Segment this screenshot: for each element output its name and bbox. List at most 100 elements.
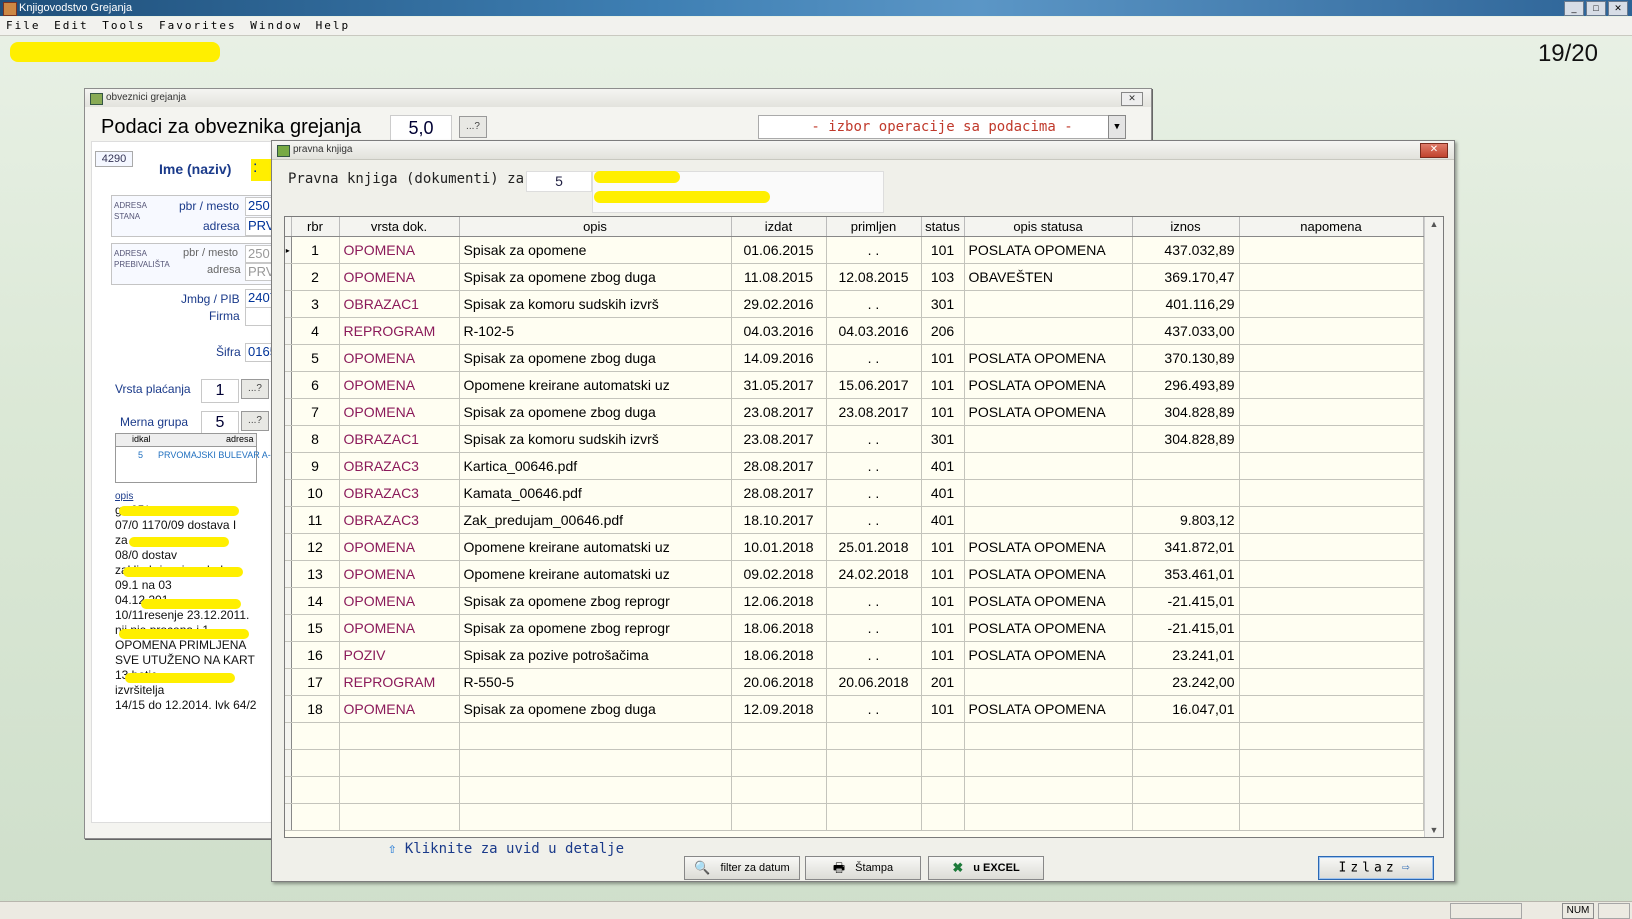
filter-date-button[interactable]: 🔍 filter za datum	[684, 856, 800, 880]
table-row[interactable]: 7 OPOMENA Spisak za opomene zbog duga 23.08…	[285, 398, 1424, 426]
mini-grid-row[interactable]: 5 PRVOMAJSKI BULEVAR A-1	[116, 448, 276, 464]
cell-izdat[interactable]: 04.03.2016	[731, 317, 827, 345]
cell-rbr[interactable]	[291, 749, 340, 777]
cell-opis-statusa[interactable]	[964, 803, 1133, 831]
cell-vrsta-dok[interactable]: OPOMENA	[339, 398, 460, 426]
cell-rbr[interactable]	[291, 776, 340, 804]
cell-izdat[interactable]: 18.10.2017	[731, 506, 827, 534]
cell-opis-statusa[interactable]	[964, 722, 1133, 750]
cell-opis[interactable]: Spisak za opomene zbog reprogr	[459, 587, 732, 615]
documents-table[interactable]: rbr vrsta dok. opis izdat primljen statu…	[284, 216, 1444, 838]
cell-iznos[interactable]: 437.032,89	[1132, 236, 1240, 264]
cell-status[interactable]: 101	[921, 695, 965, 723]
table-row[interactable]: 16 POZIV Spisak za pozive potrošačima 18.06…	[285, 641, 1424, 669]
cell-vrsta-dok[interactable]: OBRAZAC1	[339, 425, 460, 453]
cell-izdat[interactable]	[731, 749, 827, 777]
close-icon[interactable]: ✕	[1420, 143, 1448, 158]
cell-rbr[interactable]: 17	[291, 668, 340, 696]
table-row-empty[interactable]	[285, 749, 1424, 777]
col-napomena[interactable]: napomena	[1239, 217, 1424, 237]
menu-favorites[interactable]: Favorites	[159, 17, 237, 35]
cell-opis-statusa[interactable]: POSLATA OPOMENA	[964, 398, 1133, 426]
cell-rbr[interactable]: 14	[291, 587, 340, 615]
menu-window[interactable]: Window	[250, 17, 302, 35]
cell-rbr[interactable]: 13	[291, 560, 340, 588]
cell-opis-statusa[interactable]: POSLATA OPOMENA	[964, 236, 1133, 264]
cell-opis[interactable]	[459, 776, 732, 804]
cell-izdat[interactable]: 20.06.2018	[731, 668, 827, 696]
table-row[interactable]: 5 OPOMENA Spisak za opomene zbog duga 14.09…	[285, 344, 1424, 372]
cell-primljen[interactable]: . .	[826, 344, 922, 372]
cell-napomena[interactable]	[1239, 371, 1424, 399]
cell-opis[interactable]: Kamata_00646.pdf	[459, 479, 732, 507]
cell-status[interactable]: 401	[921, 506, 965, 534]
cell-izdat[interactable]: 11.08.2015	[731, 263, 827, 291]
cell-opis[interactable]	[459, 722, 732, 750]
scroll-down-icon[interactable]: ▼	[1425, 825, 1443, 835]
excel-export-button[interactable]: ✖ u EXCEL	[928, 856, 1044, 880]
cell-vrsta-dok[interactable]	[339, 722, 460, 750]
opis-label[interactable]: opis	[115, 491, 133, 502]
cell-iznos[interactable]: 16.047,01	[1132, 695, 1240, 723]
cell-rbr[interactable]: 2	[291, 263, 340, 291]
cell-vrsta-dok[interactable]: OPOMENA	[339, 533, 460, 561]
cell-napomena[interactable]	[1239, 587, 1424, 615]
lookup-button[interactable]: ...?	[459, 116, 487, 138]
cell-iznos[interactable]: 296.493,89	[1132, 371, 1240, 399]
cell-vrsta-dok[interactable]: OBRAZAC1	[339, 290, 460, 318]
address-mini-grid[interactable]: idkal adresa 5 PRVOMAJSKI BULEVAR A-1	[115, 433, 276, 483]
cell-izdat[interactable]: 18.06.2018	[731, 641, 827, 669]
cell-vrsta-dok[interactable]: OPOMENA	[339, 263, 460, 291]
cell-primljen[interactable]: . .	[826, 236, 922, 264]
cell-status[interactable]	[921, 803, 965, 831]
cell-iznos[interactable]: 370.130,89	[1132, 344, 1240, 372]
cell-status[interactable]: 201	[921, 668, 965, 696]
table-row[interactable]: 8 OBRAZAC1 Spisak za komoru sudskih izvrš 2…	[285, 425, 1424, 453]
cell-rbr[interactable]: 5	[291, 344, 340, 372]
cell-opis-statusa[interactable]: POSLATA OPOMENA	[964, 587, 1133, 615]
cell-iznos[interactable]	[1132, 776, 1240, 804]
cell-opis-statusa[interactable]: OBAVEŠTEN	[964, 263, 1133, 291]
cell-primljen[interactable]: . .	[826, 614, 922, 642]
cell-opis[interactable]: Spisak za opomene zbog duga	[459, 695, 732, 723]
cell-primljen[interactable]: . .	[826, 479, 922, 507]
col-iznos[interactable]: iznos	[1132, 217, 1240, 237]
cell-rbr[interactable]: 1	[291, 236, 340, 264]
details-hint[interactable]: ⇧ Kliknite za uvid u detalje	[388, 841, 624, 857]
cell-opis[interactable]: Opomene kreirane automatski uz	[459, 371, 732, 399]
cell-vrsta-dok[interactable]: OBRAZAC3	[339, 506, 460, 534]
cell-izdat[interactable]: 28.08.2017	[731, 452, 827, 480]
cell-izdat[interactable]: 23.08.2017	[731, 425, 827, 453]
chevron-down-icon[interactable]: ▼	[1108, 115, 1126, 139]
cell-izdat[interactable]: 12.06.2018	[731, 587, 827, 615]
cell-iznos[interactable]: 304.828,89	[1132, 425, 1240, 453]
col-primljen[interactable]: primljen	[826, 217, 922, 237]
cell-status[interactable]: 401	[921, 479, 965, 507]
cell-napomena[interactable]	[1239, 776, 1424, 804]
cell-napomena[interactable]	[1239, 425, 1424, 453]
cell-opis-statusa[interactable]: POSLATA OPOMENA	[964, 695, 1133, 723]
cell-vrsta-dok[interactable]: POZIV	[339, 641, 460, 669]
cell-napomena[interactable]	[1239, 506, 1424, 534]
close-icon[interactable]: ✕	[1121, 92, 1143, 106]
cell-napomena[interactable]	[1239, 749, 1424, 777]
cell-status[interactable]: 101	[921, 587, 965, 615]
cell-status[interactable]: 101	[921, 560, 965, 588]
cell-napomena[interactable]	[1239, 533, 1424, 561]
cell-opis[interactable]: Spisak za komoru sudskih izvrš	[459, 290, 732, 318]
table-row[interactable]: 10 OBRAZAC3 Kamata_00646.pdf 28.08.2017. .4…	[285, 479, 1424, 507]
cell-opis-statusa[interactable]	[964, 317, 1133, 345]
cell-vrsta-dok[interactable]: OBRAZAC3	[339, 452, 460, 480]
cell-napomena[interactable]	[1239, 344, 1424, 372]
cell-status[interactable]: 101	[921, 533, 965, 561]
cell-primljen[interactable]: 12.08.2015	[826, 263, 922, 291]
cell-rbr[interactable]: 6	[291, 371, 340, 399]
cell-izdat[interactable]: 31.05.2017	[731, 371, 827, 399]
cell-napomena[interactable]	[1239, 641, 1424, 669]
cell-napomena[interactable]	[1239, 479, 1424, 507]
cell-primljen[interactable]: . .	[826, 695, 922, 723]
cell-rbr[interactable]	[291, 722, 340, 750]
cell-napomena[interactable]	[1239, 668, 1424, 696]
minimize-icon[interactable]: _	[1564, 1, 1584, 16]
cell-vrsta-dok[interactable]: REPROGRAM	[339, 668, 460, 696]
